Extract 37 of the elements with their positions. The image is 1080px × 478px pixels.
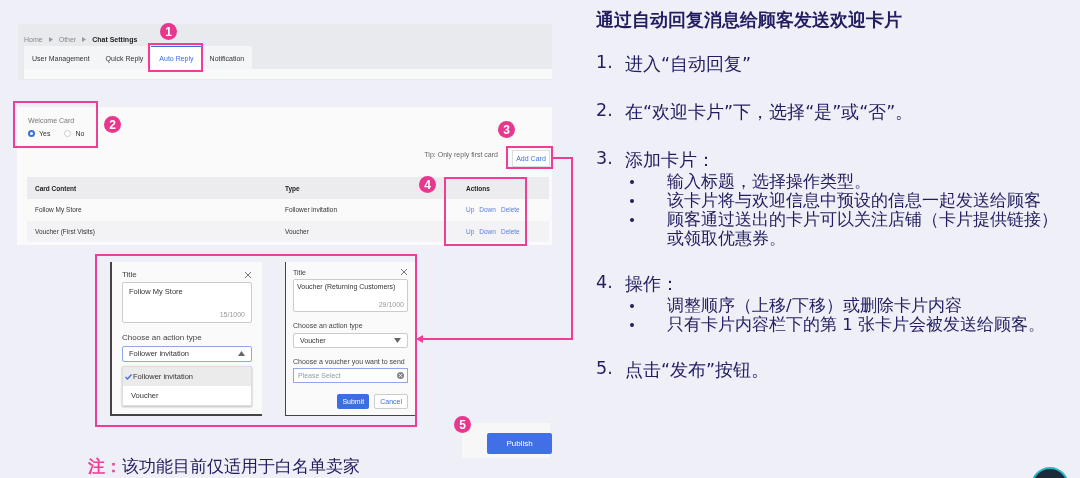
bullet-icon xyxy=(630,304,634,308)
bullet-text: 该卡片将与欢迎信息中预设的信息一起发送给顾客 xyxy=(667,191,1042,210)
step-text: 添加卡片： xyxy=(625,149,715,172)
step-number: 5. xyxy=(596,358,614,380)
logo-icon xyxy=(1030,466,1070,478)
bullet-text: 输入标题，选择操作类型。 xyxy=(667,172,872,191)
bullet-icon xyxy=(630,323,634,327)
field-label: Title xyxy=(122,270,137,279)
bullet-icon xyxy=(630,180,634,184)
publish-button[interactable]: Publish xyxy=(487,433,552,454)
clear-icon xyxy=(397,372,404,379)
check-icon xyxy=(125,373,132,380)
step-number: 1. xyxy=(596,52,614,74)
bullet-text: 调整顺序（上移/下移）或删除卡片内容 xyxy=(667,296,963,315)
note-text: 注：该功能目前仅适用于白名单卖家 xyxy=(88,455,360,478)
caret-up-icon xyxy=(238,351,245,357)
step-number: 2. xyxy=(596,100,614,122)
bullet-icon xyxy=(630,218,634,222)
step-text: 在“欢迎卡片”下，选择“是”或“否”。 xyxy=(625,101,914,124)
step-number-badge: 5 xyxy=(454,416,471,433)
caret-down-icon xyxy=(394,338,401,343)
highlight-frame xyxy=(506,146,553,169)
chevron-icon xyxy=(82,37,87,42)
close-icon[interactable] xyxy=(400,268,408,276)
bullet-text: 顾客通过送出的卡片可以关注店铺（卡片提供链接）或领取优惠券。 xyxy=(667,210,1059,248)
step-text: 点击“发布”按钮。 xyxy=(625,359,770,382)
step-number: 4. xyxy=(596,272,614,294)
step-number: 3. xyxy=(596,148,614,170)
bullet-text: 只有卡片内容栏下的第 1 张卡片会被发送给顾客。 xyxy=(667,315,1046,334)
chevron-icon xyxy=(48,37,53,42)
step-text: 进入“自动回复” xyxy=(625,53,752,76)
step-text: 操作： xyxy=(625,273,679,296)
slide-title: 通过自动回复消息给顾客发送欢迎卡片 xyxy=(596,9,903,32)
close-icon[interactable] xyxy=(244,270,252,279)
highlight-frame xyxy=(148,43,203,72)
field-label: Choose an action type xyxy=(122,332,203,342)
bullet-icon xyxy=(630,199,634,203)
